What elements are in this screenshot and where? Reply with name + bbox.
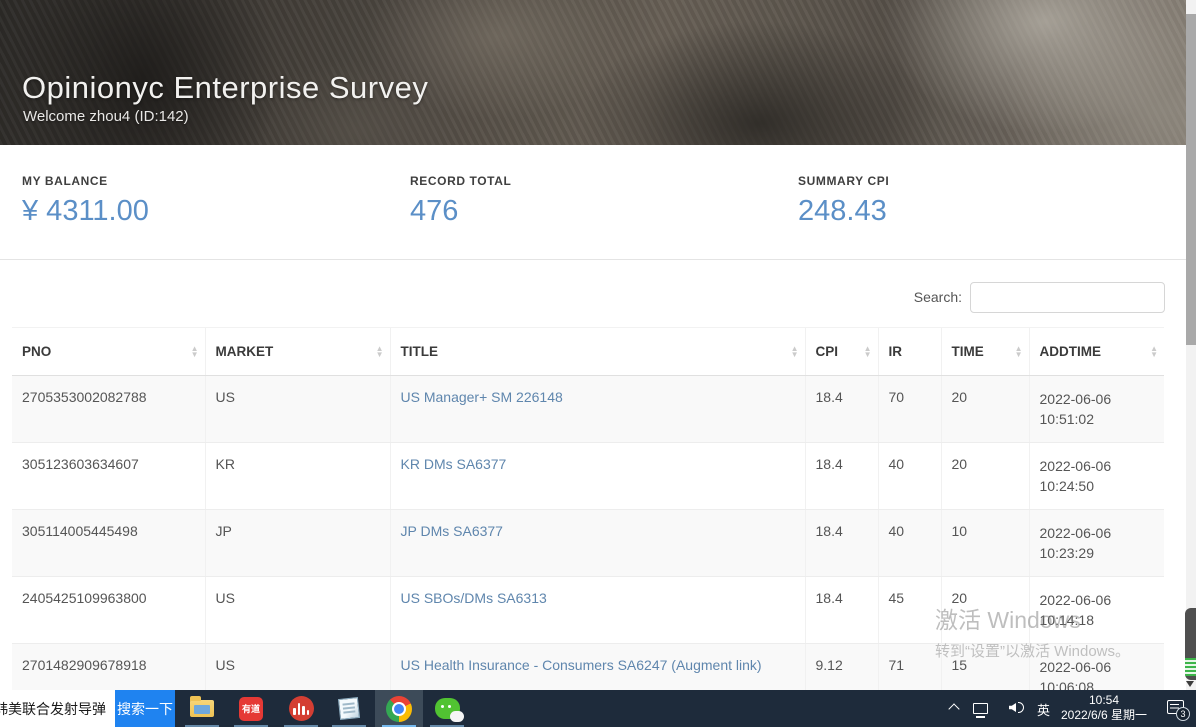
survey-title-link[interactable]: US Manager+ SM 226148 [401, 389, 563, 405]
clock-time: 10:54 [1054, 693, 1154, 708]
taskbar: 韩美联合发射导弹 搜索一下 有道 英 [0, 690, 1196, 727]
cell-addtime: 2022-06-06 10:14:18 [1029, 577, 1164, 644]
stat-summary-cpi: SUMMARY CPI 248.43 [798, 174, 889, 228]
table-row: 305123603634607KR KR DMs SA6377 18.4402020… [12, 443, 1164, 510]
clock-date: 2022/6/6 星期一 [1054, 708, 1154, 723]
table-row: 2705353002082788US US Manager+ SM 226148 1… [12, 376, 1164, 443]
file-explorer-icon [190, 700, 214, 717]
cell-title: KR DMs SA6377 [390, 443, 805, 510]
speaker-icon[interactable] [1009, 703, 1016, 712]
cell-addtime: 2022-06-06 10:24:50 [1029, 443, 1164, 510]
taskbar-chrome[interactable] [375, 690, 423, 727]
section-divider [0, 259, 1186, 260]
cell-ir: 70 [878, 376, 941, 443]
cell-ir: 40 [878, 443, 941, 510]
input-language-indicator[interactable]: 英 [1037, 700, 1050, 719]
header-banner: Opinionyc Enterprise Survey Welcome zhou… [0, 0, 1186, 145]
cell-cpi: 18.4 [805, 510, 878, 577]
notification-badge: 3 [1176, 707, 1190, 721]
taskbar-netease-music[interactable] [277, 690, 325, 727]
search-input[interactable] [970, 282, 1165, 313]
sort-icon: ▲▼ [191, 346, 199, 358]
cell-addtime: 2022-06-06 10:23:29 [1029, 510, 1164, 577]
column-header-cpi[interactable]: CPI▲▼ [805, 328, 878, 376]
column-header-title[interactable]: TITLE▲▼ [390, 328, 805, 376]
taskbar-wechat[interactable] [423, 690, 471, 727]
sort-icon: ▲▼ [376, 346, 384, 358]
sort-icon: ▲▼ [864, 346, 872, 358]
cell-market: JP [205, 510, 390, 577]
column-header-market[interactable]: MARKET▲▼ [205, 328, 390, 376]
search-label: Search: [914, 289, 962, 305]
cell-addtime: 2022-06-06 10:51:02 [1029, 376, 1164, 443]
table-row: 2405425109963800US US SBOs/DMs SA6313 18.4… [12, 577, 1164, 644]
cell-time: 20 [941, 577, 1029, 644]
stat-record-total: RECORD TOTAL 476 [410, 174, 511, 228]
stat-value: 476 [410, 195, 511, 228]
survey-title-link[interactable]: US Health Insurance - Consumers SA6247 (… [401, 657, 762, 673]
stat-label: SUMMARY CPI [798, 174, 889, 188]
cell-market: US [205, 577, 390, 644]
cell-market: KR [205, 443, 390, 510]
stat-my-balance: MY BALANCE ¥ 4311.00 [22, 174, 149, 228]
cell-pno: 2705353002082788 [12, 376, 205, 443]
taskbar-notepad[interactable] [325, 690, 373, 727]
taskbar-file-explorer[interactable] [178, 690, 226, 727]
youdao-dict-icon: 有道 [239, 697, 263, 721]
netease-music-icon [289, 696, 314, 721]
cell-time: 20 [941, 443, 1029, 510]
notepad-icon [338, 697, 360, 720]
welcome-text: Welcome zhou4 (ID:142) [23, 108, 189, 125]
sort-icon: ▲▼ [1015, 346, 1023, 358]
column-header-time[interactable]: TIME▲▼ [941, 328, 1029, 376]
cell-time: 20 [941, 376, 1029, 443]
cell-cpi: 18.4 [805, 577, 878, 644]
cell-title: US SBOs/DMs SA6313 [390, 577, 805, 644]
download-arrow-icon [1186, 681, 1194, 687]
taskbar-search-button[interactable]: 搜索一下 [115, 690, 175, 727]
column-header-addtime[interactable]: ADDTIME▲▼ [1029, 328, 1164, 376]
download-progress-stripes [1185, 658, 1196, 676]
survey-title-link[interactable]: KR DMs SA6377 [401, 456, 507, 472]
page-scrollbar[interactable] [1186, 0, 1196, 690]
table-row: 305114005445498JP JP DMs SA6377 18.4401020… [12, 510, 1164, 577]
survey-table: PNO▲▼ MARKET▲▼ TITLE▲▼ CPI▲▼ IR▲▼ TIME▲▼… [12, 327, 1164, 711]
stat-label: MY BALANCE [22, 174, 149, 188]
cell-title: US Manager+ SM 226148 [390, 376, 805, 443]
cell-market: US [205, 376, 390, 443]
cell-pno: 305114005445498 [12, 510, 205, 577]
cell-title: JP DMs SA6377 [390, 510, 805, 577]
survey-title-link[interactable]: US SBOs/DMs SA6313 [401, 590, 547, 606]
cell-cpi: 18.4 [805, 376, 878, 443]
column-header-ir[interactable]: IR▲▼ [878, 328, 941, 376]
sort-icon: ▲▼ [791, 346, 799, 358]
page-title: Opinionyc Enterprise Survey [22, 70, 428, 106]
download-float-widget[interactable] [1185, 608, 1196, 680]
wechat-icon [435, 698, 460, 719]
cell-time: 10 [941, 510, 1029, 577]
stat-value: 248.43 [798, 195, 889, 228]
cell-ir: 45 [878, 577, 941, 644]
cell-pno: 2405425109963800 [12, 577, 205, 644]
network-icon[interactable] [973, 703, 988, 714]
stat-label: RECORD TOTAL [410, 174, 511, 188]
scrollbar-thumb[interactable] [1186, 14, 1196, 345]
speaker-wave-icon [1018, 702, 1024, 713]
table-body: 2705353002082788USUS Manager+ SM 2261481… [12, 376, 1164, 711]
survey-title-link[interactable]: JP DMs SA6377 [401, 523, 503, 539]
table-header-row: PNO▲▼ MARKET▲▼ TITLE▲▼ CPI▲▼ IR▲▼ TIME▲▼… [12, 328, 1164, 376]
sort-icon: ▲▼ [1150, 346, 1158, 358]
taskbar-youdao[interactable]: 有道 [227, 690, 275, 727]
table-search: Search: [914, 281, 1165, 313]
taskbar-search-input[interactable]: 韩美联合发射导弹 [0, 690, 115, 727]
cell-cpi: 18.4 [805, 443, 878, 510]
column-header-pno[interactable]: PNO▲▼ [12, 328, 205, 376]
taskbar-clock[interactable]: 10:54 2022/6/6 星期一 [1054, 693, 1154, 723]
stat-value: ¥ 4311.00 [22, 195, 149, 228]
cell-pno: 305123603634607 [12, 443, 205, 510]
cell-ir: 40 [878, 510, 941, 577]
desktop-screen: Opinionyc Enterprise Survey Welcome zhou… [0, 0, 1196, 727]
tray-expand-chevron-icon[interactable] [948, 703, 959, 714]
chrome-icon [386, 696, 412, 722]
